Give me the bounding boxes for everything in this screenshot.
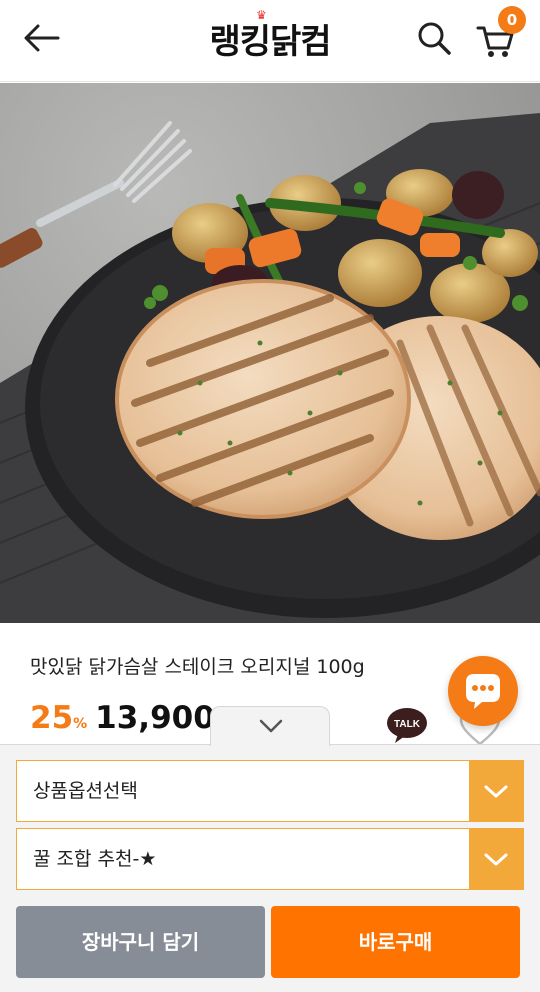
product-option-select[interactable]: 상품옵션선택 [16, 760, 524, 822]
combo-recommend-select[interactable]: 꿀 조합 추천-★ [16, 828, 524, 890]
cart-count-badge: 0 [498, 6, 526, 34]
product-title: 맛있닭 닭가슴살 스테이크 오리지널 100g [30, 656, 365, 678]
crown-icon: ♛ [256, 8, 267, 22]
price-row: 25%13,900원 [30, 700, 220, 744]
chevron-down-icon [484, 853, 508, 866]
dropdown-arrow[interactable] [469, 761, 523, 821]
chat-bubble-icon [466, 674, 500, 709]
search-button[interactable] [414, 18, 454, 58]
chevron-down-icon [259, 719, 283, 733]
brand-logo[interactable]: ♛ 랭킹닭컴 [0, 8, 540, 63]
kakao-talk-button[interactable]: TALK [386, 706, 428, 744]
top-header: ♛ 랭킹닭컴 0 [0, 0, 540, 82]
chat-button[interactable] [448, 656, 518, 726]
sheet-toggle-button[interactable] [210, 706, 330, 746]
product-image[interactable] [0, 83, 540, 623]
discount-rate: 25 [30, 700, 74, 736]
product-page: ♛ 랭킹닭컴 0 맛있닭 닭가슴살 스테이크 오리지널 100g 25% 13,… [0, 0, 540, 992]
combo-recommend-label: 꿀 조합 추천-★ [33, 848, 157, 870]
dropdown-arrow[interactable] [469, 829, 523, 889]
talk-label: TALK [394, 719, 421, 730]
discount-unit: % [73, 716, 88, 732]
search-icon [418, 22, 451, 55]
sale-price: 13,900 [95, 700, 215, 736]
talk-icon: TALK [387, 708, 427, 743]
chevron-down-icon [484, 785, 508, 798]
product-option-label: 상품옵션선택 [33, 780, 138, 802]
logo-text: 랭킹닭컴 [209, 22, 331, 62]
add-to-cart-button[interactable]: 장바구니 담기 [16, 906, 265, 978]
buy-now-button[interactable]: 바로구매 [271, 906, 520, 978]
